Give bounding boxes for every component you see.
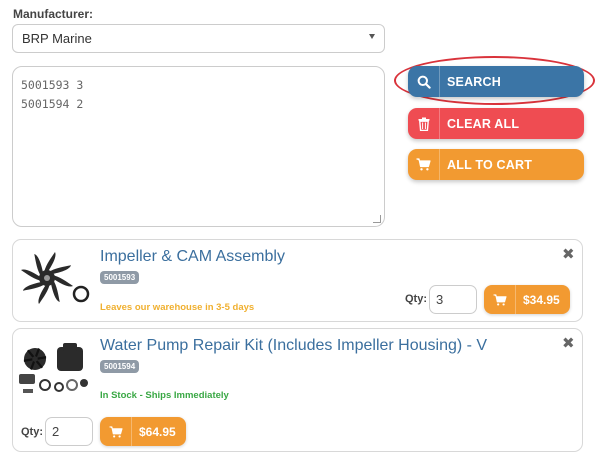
search-button[interactable]: SEARCH	[408, 66, 584, 97]
repair-kit-product-image[interactable]	[17, 341, 93, 399]
close-icon[interactable]: ✖	[562, 245, 575, 263]
all-to-cart-button[interactable]: ALL TO CART	[408, 149, 584, 180]
trash-icon	[408, 108, 440, 139]
manufacturer-label: Manufacturer:	[13, 7, 94, 21]
quantity-input[interactable]: 2	[45, 417, 93, 446]
part-numbers-textarea[interactable]: 5001593 3 5001594 2	[12, 66, 385, 227]
product-title-link[interactable]: Water Pump Repair Kit (Includes Impeller…	[100, 337, 487, 355]
quantity-input[interactable]: 3	[429, 285, 477, 314]
all-to-cart-button-label: ALL TO CART	[447, 157, 533, 172]
shipping-status: Leaves our warehouse in 3-5 days	[100, 302, 255, 313]
sku-badge: 5001593	[100, 271, 140, 284]
cart-icon	[100, 417, 132, 446]
dropdown-caret-icon	[369, 34, 375, 39]
cart-icon	[484, 285, 516, 314]
resize-grip-icon[interactable]	[373, 215, 381, 223]
product-title-link[interactable]: Impeller & CAM Assembly	[100, 248, 285, 266]
sku-badge: 5001594	[100, 360, 140, 373]
cart-icon	[408, 149, 440, 180]
manufacturer-selected-value: BRP Marine	[22, 31, 92, 46]
price-label: $64.95	[139, 424, 176, 439]
part-line: 5001593 3	[21, 78, 84, 92]
add-to-cart-button[interactable]: $64.95	[100, 417, 186, 446]
close-icon[interactable]: ✖	[562, 334, 575, 352]
part-line: 5001594 2	[21, 97, 84, 111]
stock-status: In Stock - Ships Immediately	[100, 390, 229, 401]
qty-label: Qty:	[21, 426, 43, 438]
result-card: Water Pump Repair Kit (Includes Impeller…	[12, 328, 583, 452]
clear-all-button-label: CLEAR ALL	[447, 116, 520, 131]
clear-all-button[interactable]: CLEAR ALL	[408, 108, 584, 139]
search-icon	[408, 66, 440, 97]
manufacturer-select[interactable]: BRP Marine	[12, 24, 385, 53]
search-button-label: SEARCH	[447, 74, 501, 89]
add-to-cart-button[interactable]: $34.95	[484, 285, 570, 314]
impeller-product-image[interactable]	[19, 250, 91, 312]
qty-label: Qty:	[405, 293, 427, 305]
result-card: Impeller & CAM Assembly 5001593 Leaves o…	[12, 239, 583, 322]
price-label: $34.95	[523, 292, 560, 307]
